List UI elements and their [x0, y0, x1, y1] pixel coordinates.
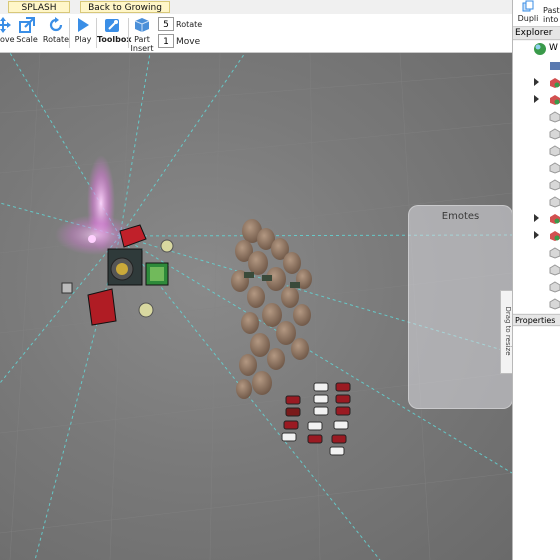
paste-into-button[interactable]: Paste into — [543, 0, 560, 24]
explorer-tree[interactable]: W — [513, 41, 560, 313]
play-button[interactable]: Play — [71, 16, 95, 50]
3d-viewport[interactable]: Emotes Drag to resize — [0, 53, 512, 560]
move-tool-button[interactable]: ove — [0, 16, 15, 50]
explorer-header: Explorer — [513, 27, 560, 40]
part-icon — [549, 162, 560, 174]
properties-header: Properties — [513, 314, 560, 326]
play-label: Play — [74, 35, 92, 44]
insert-label: Insert — [130, 44, 154, 53]
tree-item[interactable] — [513, 245, 560, 262]
rotate-tool-label: Rotate — [42, 35, 70, 44]
part-icon — [549, 264, 560, 276]
insert-part-button[interactable]: Part Insert — [129, 16, 155, 53]
scale-tool-button[interactable]: Scale — [14, 16, 40, 50]
tree-item[interactable] — [513, 126, 560, 143]
rotate-tool-button[interactable]: Rotate — [42, 16, 70, 50]
duplicate-icon — [522, 0, 534, 12]
clipboard-toolbar: Dupli Paste into — [513, 0, 560, 27]
tree-item[interactable] — [513, 279, 560, 296]
properties-panel[interactable] — [513, 327, 560, 560]
expand-arrow-icon[interactable] — [534, 78, 539, 86]
top-tab-bar: SPLASH Back to Growing Up — [0, 0, 512, 25]
tree-item[interactable] — [513, 194, 560, 211]
part-icon — [549, 128, 560, 140]
toolbox-button[interactable]: Toolbox — [97, 16, 132, 50]
part-icon — [549, 247, 560, 259]
model-icon — [550, 231, 560, 241]
part-icon — [549, 179, 560, 191]
tree-item[interactable] — [513, 262, 560, 279]
paste-into-label: into — [543, 15, 559, 24]
part-label: Part — [134, 35, 150, 44]
tree-item[interactable] — [513, 160, 560, 177]
toolbar-divider — [69, 18, 70, 48]
rotate-icon — [49, 17, 63, 32]
tree-item[interactable] — [513, 296, 560, 313]
right-panel: Dupli Paste into Explorer W — [512, 0, 560, 560]
tab-splash[interactable]: SPLASH — [8, 1, 70, 13]
move-icon — [0, 17, 11, 33]
scale-icon — [19, 17, 35, 33]
tree-item[interactable] — [513, 177, 560, 194]
part-icon — [549, 111, 560, 123]
expand-arrow-icon[interactable] — [534, 231, 539, 239]
tree-item[interactable] — [513, 109, 560, 126]
tab-back-to-growing-up[interactable]: Back to Growing Up — [80, 1, 170, 25]
move-increment-label: Move — [176, 37, 201, 47]
tree-item[interactable] — [513, 143, 560, 160]
part-icon — [549, 281, 560, 293]
tree-item[interactable] — [513, 75, 560, 92]
part-icon — [549, 196, 560, 208]
expand-arrow-icon[interactable] — [534, 214, 539, 222]
globe-icon — [534, 43, 546, 55]
emotes-panel[interactable]: Emotes — [408, 205, 512, 409]
tree-item[interactable] — [513, 211, 560, 228]
tree-item[interactable] — [513, 228, 560, 245]
model-icon — [550, 95, 560, 105]
properties-title: Properties — [515, 316, 556, 325]
toolbox-label: Toolbox — [97, 35, 132, 44]
model-icon — [550, 78, 560, 88]
play-icon — [78, 18, 89, 32]
car-lot — [281, 382, 351, 456]
part-icon — [549, 145, 560, 157]
paste-label: Paste — [543, 6, 560, 15]
rock-field — [231, 219, 312, 399]
part-icon — [549, 298, 560, 310]
toolbar: ove Scale Rotate Play Toolbox Part Inser… — [0, 14, 512, 53]
tree-item[interactable] — [513, 92, 560, 109]
duplicate-label: Dupli — [517, 14, 539, 23]
expand-arrow-icon[interactable] — [534, 95, 539, 103]
explorer-title: Explorer — [515, 28, 553, 38]
model-icon — [550, 214, 560, 224]
rotate-increment-input[interactable]: 5 — [158, 17, 174, 31]
toolbox-icon — [105, 19, 119, 32]
drag-to-resize-handle[interactable]: Drag to resize — [500, 290, 512, 374]
move-increment-input[interactable]: 1 — [158, 34, 174, 48]
drag-to-resize-label: Drag to resize — [504, 306, 512, 356]
move-tool-label: ove — [0, 35, 15, 44]
emotes-title: Emotes — [441, 211, 480, 222]
workspace-label: W — [549, 43, 558, 53]
scale-tool-label: Scale — [16, 35, 38, 44]
camera-icon — [550, 62, 560, 70]
part-cube-icon — [134, 18, 150, 32]
duplicate-button[interactable]: Dupli — [517, 0, 539, 23]
tree-item-workspace[interactable]: W — [513, 41, 560, 58]
tree-item[interactable] — [513, 58, 560, 75]
rotate-increment-label: Rotate — [176, 20, 203, 29]
